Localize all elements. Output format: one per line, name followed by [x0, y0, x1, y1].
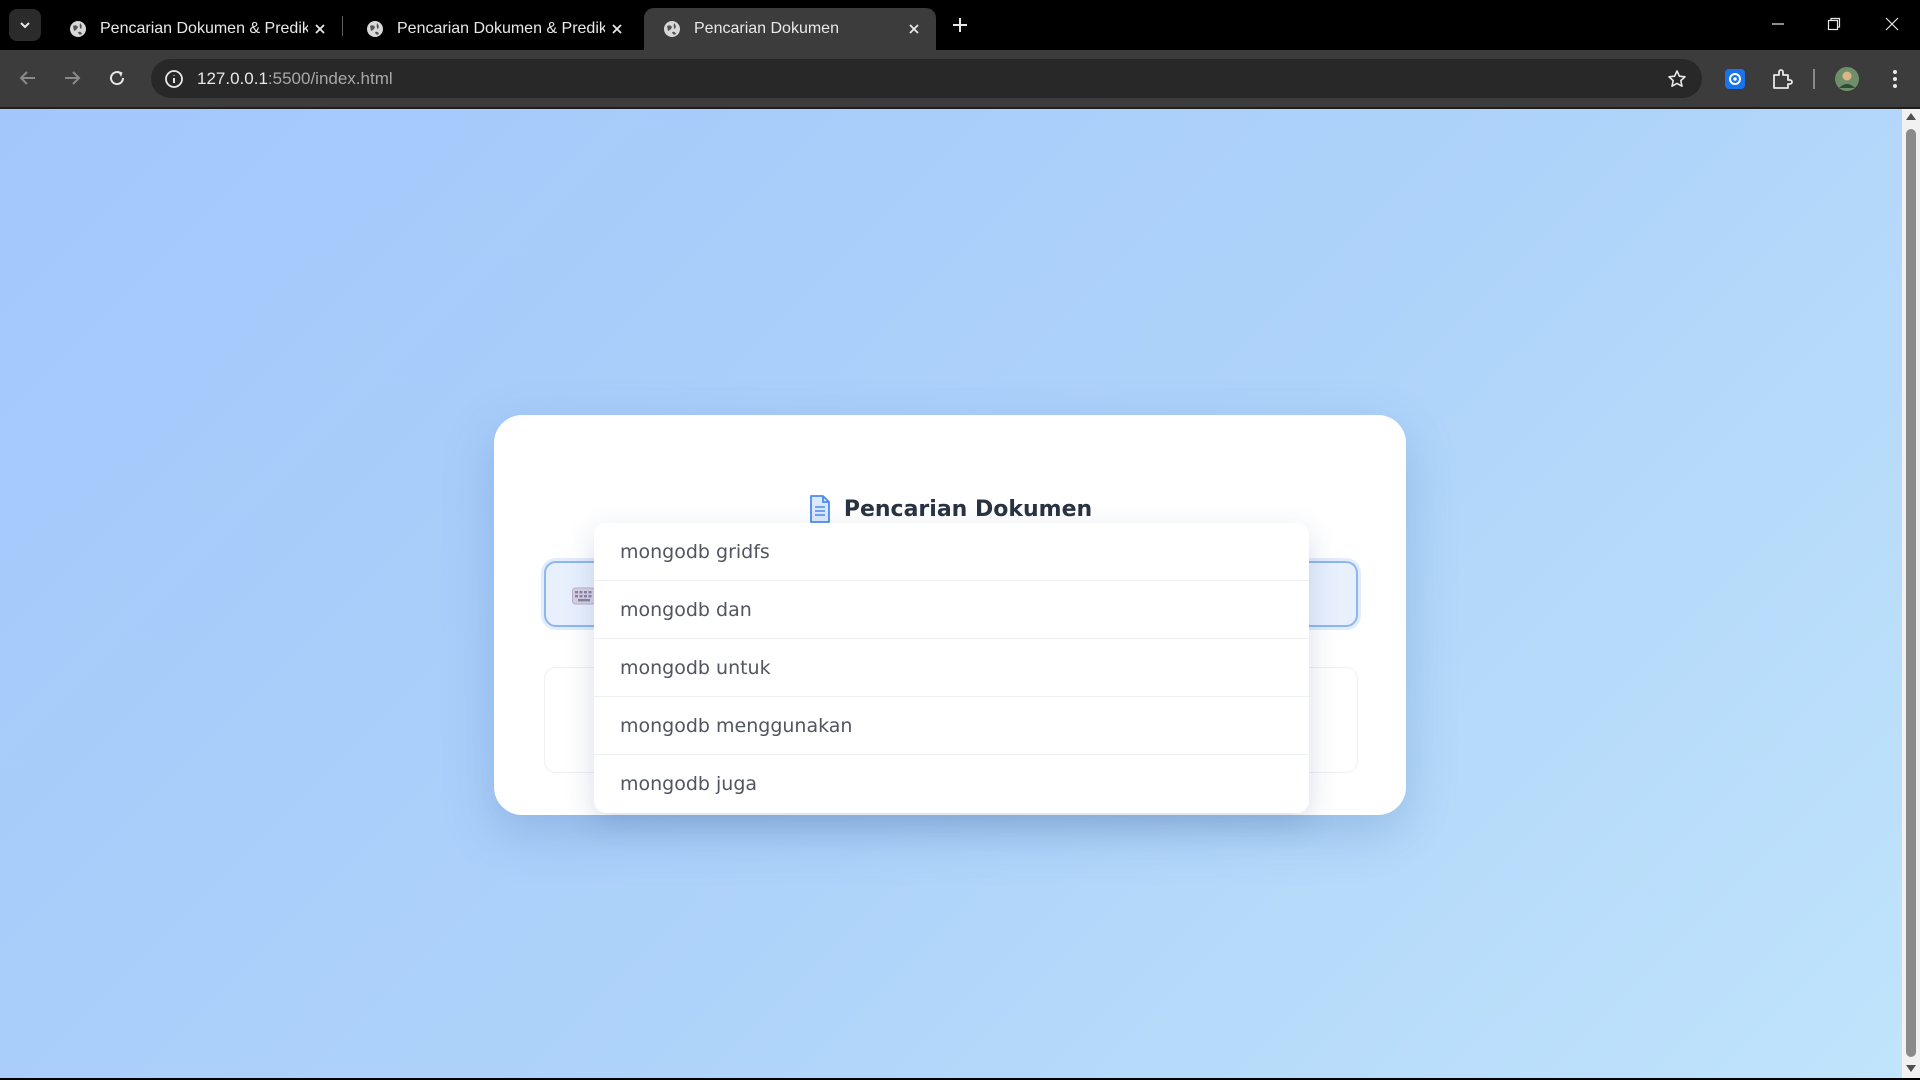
suggestion-item[interactable]: mongodb untuk [594, 639, 1309, 697]
tab-search-button[interactable] [9, 9, 41, 41]
close-icon[interactable] [308, 17, 332, 41]
menu-icon[interactable] [1880, 64, 1910, 94]
browser-toolbar: 127.0.0.1:5500/index.html [0, 50, 1920, 107]
toolbar-divider [1813, 69, 1815, 89]
tab-1[interactable]: Pencarian Dokumen & Prediksi [50, 8, 342, 50]
address-bar[interactable]: 127.0.0.1:5500/index.html [151, 59, 1702, 98]
scroll-down-arrow[interactable] [1906, 1065, 1916, 1072]
chevron-down-icon [20, 22, 30, 29]
suggestion-item[interactable]: mongodb juga [594, 755, 1309, 813]
restore-icon [1827, 17, 1841, 31]
reload-icon [110, 71, 125, 86]
plus-icon [953, 18, 967, 32]
restore-button[interactable] [1806, 0, 1862, 48]
suggestion-item[interactable]: mongodb dan [594, 581, 1309, 639]
tab-title: Pencarian Dokumen & Prediksi [397, 20, 605, 37]
page-title: Pencarian Dokumen [843, 496, 1093, 522]
tab-separator [342, 16, 343, 36]
close-icon[interactable] [902, 17, 926, 41]
globe-icon [664, 21, 680, 37]
url-host: 127.0.0.1 [197, 69, 268, 88]
arrow-left-icon [19, 71, 35, 85]
new-tab-button[interactable] [944, 11, 976, 39]
globe-icon [367, 21, 383, 37]
close-icon [1885, 17, 1899, 31]
close-window-button[interactable] [1864, 0, 1920, 48]
tab-title: Pencarian Dokumen & Prediksi [100, 20, 308, 37]
globe-icon [70, 21, 86, 37]
url-text[interactable]: 127.0.0.1:5500/index.html [197, 69, 393, 89]
extension-app-icon[interactable] [1720, 64, 1750, 94]
tab-3-active[interactable]: Pencarian Dokumen [644, 8, 936, 50]
reload-button[interactable] [101, 62, 133, 94]
card-header: Pencarian Dokumen [494, 495, 1406, 523]
keyboard-icon [572, 587, 596, 605]
suggestion-item[interactable]: mongodb menggunakan [594, 697, 1309, 755]
minimize-icon [1772, 23, 1784, 25]
autocomplete-dropdown: mongodb gridfs mongodb dan mongodb untuk… [594, 523, 1309, 813]
arrow-right-icon [65, 71, 81, 85]
scroll-thumb[interactable] [1906, 129, 1916, 1057]
suggestion-item[interactable]: mongodb gridfs [594, 523, 1309, 581]
minimize-button[interactable] [1750, 0, 1806, 48]
scroll-up-arrow[interactable] [1906, 113, 1916, 120]
back-button[interactable] [12, 62, 44, 94]
close-icon[interactable] [605, 17, 629, 41]
tab-strip: Pencarian Dokumen & Prediksi Pencarian D… [0, 0, 1920, 50]
page-scrollbar[interactable] [1902, 109, 1920, 1078]
profile-avatar[interactable] [1832, 64, 1862, 94]
extensions-icon[interactable] [1767, 64, 1797, 94]
document-icon [809, 495, 830, 523]
site-info-icon[interactable] [161, 66, 187, 92]
url-path: :5500/index.html [267, 69, 393, 88]
forward-button[interactable] [56, 62, 88, 94]
tab-title: Pencarian Dokumen [694, 20, 839, 37]
star-icon[interactable] [1664, 66, 1690, 92]
tab-2[interactable]: Pencarian Dokumen & Prediksi [347, 8, 639, 50]
